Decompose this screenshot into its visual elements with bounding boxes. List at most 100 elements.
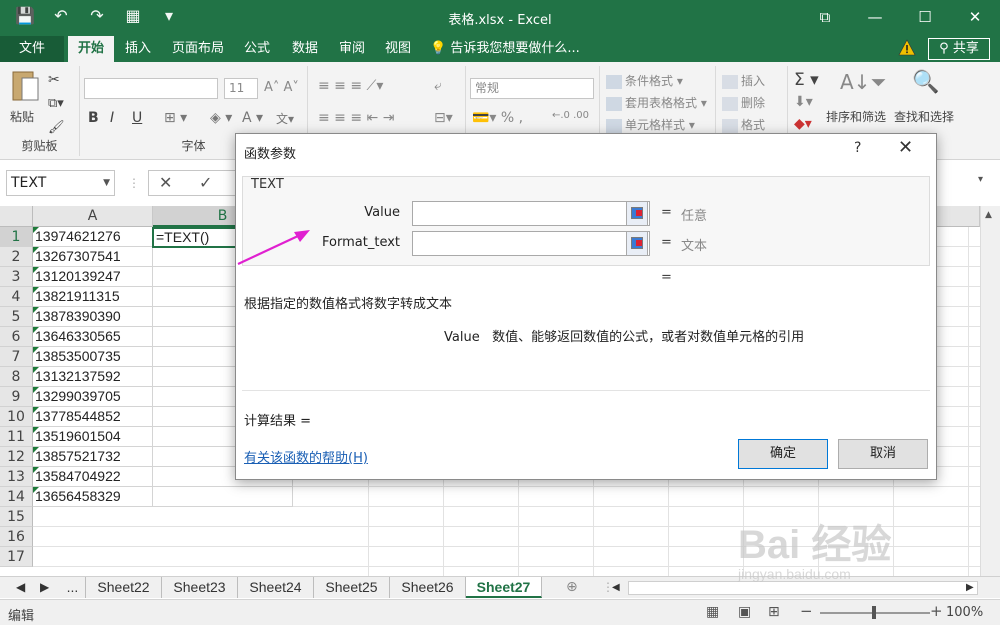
arg-input-value[interactable] xyxy=(412,201,650,226)
row-header[interactable]: 7 xyxy=(0,347,33,367)
ok-button[interactable]: 确定 xyxy=(738,439,828,469)
borders-icon[interactable]: ⊞ ▾ xyxy=(164,110,187,126)
row-header[interactable]: 11 xyxy=(0,427,33,447)
cell-a[interactable]: 13878390390 xyxy=(33,307,153,327)
number-format-dropdown[interactable]: 常规 xyxy=(470,78,594,99)
close-icon[interactable]: ✕ xyxy=(898,137,913,158)
tab-page-layout[interactable]: 页面布局 xyxy=(164,36,232,62)
align-left-icon[interactable]: ≡ ≡ ≡ ⇤ ⇥ xyxy=(318,110,394,126)
italic-button[interactable]: I xyxy=(110,110,114,126)
font-grow-icon[interactable]: A˄ A˅ xyxy=(264,80,299,95)
maximize-button[interactable]: ☐ xyxy=(900,0,950,36)
sheet-tab[interactable]: Sheet23 xyxy=(162,577,238,598)
row-header[interactable]: 3 xyxy=(0,267,33,287)
format-cells-button[interactable]: 格式 xyxy=(722,116,765,133)
row-header[interactable]: 17 xyxy=(0,547,33,567)
delete-cells-button[interactable]: 删除 xyxy=(722,94,765,111)
row-header[interactable]: 2 xyxy=(0,247,33,267)
tab-data[interactable]: 数据 xyxy=(284,36,326,62)
function-help-link[interactable]: 有关该函数的帮助(H) xyxy=(244,447,368,466)
cell-a[interactable]: 13646330565 xyxy=(33,327,153,347)
tab-insert[interactable]: 插入 xyxy=(116,36,160,62)
row-header[interactable]: 12 xyxy=(0,447,33,467)
decimal-icon[interactable]: ←.0 .00 xyxy=(552,110,589,121)
sheet-tab[interactable]: Sheet26 xyxy=(390,577,466,598)
next-sheet-icon[interactable]: ▶ xyxy=(40,577,49,598)
ribbon-display-button[interactable]: ⧉ xyxy=(800,0,850,36)
cell-a[interactable]: 13267307541 xyxy=(33,247,153,267)
zoom-out-icon[interactable]: − xyxy=(800,602,813,620)
scroll-left-icon[interactable]: ◀ xyxy=(612,577,620,598)
row-header[interactable]: 10 xyxy=(0,407,33,427)
row-header[interactable]: 6 xyxy=(0,327,33,347)
cell-a[interactable]: 13821911315 xyxy=(33,287,153,307)
chevron-down-icon[interactable]: ▼ xyxy=(103,171,110,195)
align-top-icon[interactable]: ≡ ≡ ≡ ⟋▾ xyxy=(318,78,383,94)
cell-a[interactable]: 13857521732 xyxy=(33,447,153,467)
minimize-button[interactable]: — xyxy=(850,0,900,36)
cell-a[interactable]: 13120139247 xyxy=(33,267,153,287)
find-select-label[interactable]: 查找和选择 xyxy=(894,108,954,125)
wrap-text-icon[interactable]: ⤶ xyxy=(434,78,442,94)
zoom-level[interactable]: 100% xyxy=(946,605,983,620)
fill-color-icon[interactable]: ◈ ▾ xyxy=(210,110,232,126)
row-header[interactable]: 4 xyxy=(0,287,33,307)
zoom-in-icon[interactable]: + xyxy=(930,602,943,620)
fill-icon[interactable]: ⬇▾ xyxy=(794,94,813,110)
row-header[interactable]: 15 xyxy=(0,507,33,527)
scroll-up-icon[interactable]: ▲ xyxy=(985,210,992,220)
share-button[interactable]: ⚲ 共享 xyxy=(928,38,990,60)
tab-review[interactable]: 审阅 xyxy=(332,36,372,62)
cut-icon[interactable]: ✂ xyxy=(48,72,60,88)
page-layout-view-icon[interactable]: ▣ xyxy=(738,604,751,620)
prev-sheet-icon[interactable]: ◀ xyxy=(16,577,25,598)
cell-b[interactable] xyxy=(153,487,293,507)
cell-a[interactable]: 13584704922 xyxy=(33,467,153,487)
close-window-button[interactable]: ✕ xyxy=(950,0,1000,36)
cancel-button[interactable]: 取消 xyxy=(838,439,928,469)
row-header[interactable]: 8 xyxy=(0,367,33,387)
sheet-tab[interactable]: Sheet24 xyxy=(238,577,314,598)
tell-me-box[interactable]: 💡 告诉我您想要做什么... xyxy=(430,36,580,61)
cell-styles-button[interactable]: 单元格样式 ▾ xyxy=(606,116,695,133)
row-header[interactable]: 14 xyxy=(0,487,33,507)
cancel-formula-button[interactable]: ✕ xyxy=(159,173,172,192)
enter-formula-button[interactable]: ✓ xyxy=(199,173,212,192)
zoom-slider-thumb[interactable] xyxy=(872,606,876,619)
phonetic-icon[interactable]: 文▾ xyxy=(276,110,294,127)
format-as-table-button[interactable]: 套用表格格式 ▾ xyxy=(606,94,707,111)
cell-a[interactable]: 13519601504 xyxy=(33,427,153,447)
cell-a[interactable]: 13656458329 xyxy=(33,487,153,507)
paste-label[interactable]: 粘贴 xyxy=(10,108,34,125)
font-name-dropdown[interactable] xyxy=(84,78,218,99)
font-size-dropdown[interactable]: 11 xyxy=(224,78,258,99)
page-break-view-icon[interactable]: ⊞ xyxy=(768,604,780,620)
find-select-icon[interactable]: 🔍 xyxy=(912,70,939,95)
row-header[interactable]: 1 xyxy=(0,227,33,247)
tab-home[interactable]: 开始 xyxy=(68,36,114,62)
cell-a[interactable]: 13132137592 xyxy=(33,367,153,387)
font-color-icon[interactable]: A ▾ xyxy=(242,110,263,126)
sheet-tab[interactable]: Sheet25 xyxy=(314,577,390,598)
tab-file[interactable]: 文件 xyxy=(0,36,64,62)
row-header[interactable]: 9 xyxy=(0,387,33,407)
select-all-corner[interactable] xyxy=(0,206,33,227)
expand-formula-bar-icon[interactable]: ▾ xyxy=(978,174,983,185)
more-sheets-button[interactable]: ... xyxy=(60,577,86,598)
paste-icon[interactable] xyxy=(10,68,42,108)
column-header-a[interactable]: A xyxy=(33,206,153,227)
clear-icon[interactable]: ◆▾ xyxy=(794,116,812,132)
format-painter-icon[interactable]: 🖌 xyxy=(48,120,65,135)
vertical-scrollbar[interactable]: ▲ xyxy=(980,206,1000,576)
currency-icon[interactable]: 💳▾ % , xyxy=(472,110,523,126)
add-sheet-icon[interactable]: ⊕ xyxy=(566,577,578,598)
normal-view-icon[interactable]: ▦ xyxy=(706,604,719,620)
insert-cells-button[interactable]: 插入 xyxy=(722,72,765,89)
cell-a[interactable]: 13299039705 xyxy=(33,387,153,407)
warning-icon[interactable] xyxy=(898,39,916,57)
bold-button[interactable]: B xyxy=(88,110,99,126)
sort-filter-icon[interactable]: A↓⏷ xyxy=(840,70,886,94)
tab-formulas[interactable]: 公式 xyxy=(236,36,278,62)
conditional-format-button[interactable]: 条件格式 ▾ xyxy=(606,72,683,89)
row-header[interactable]: 13 xyxy=(0,467,33,487)
